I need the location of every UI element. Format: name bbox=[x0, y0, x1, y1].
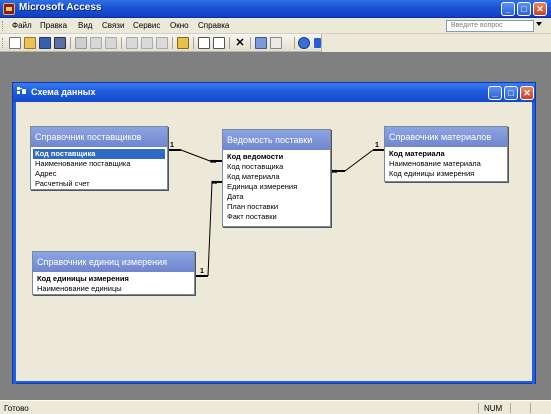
table-suppliers-title[interactable]: Справочник поставщиков bbox=[31, 127, 167, 147]
table-materials-title[interactable]: Справочник материалов bbox=[385, 127, 507, 147]
status-bar: Готово NUM bbox=[0, 400, 551, 414]
field-address[interactable]: Адрес bbox=[33, 169, 165, 179]
status-text: Готово bbox=[4, 404, 29, 413]
table-materials[interactable]: Справочник материалов Код материала Наим… bbox=[384, 126, 508, 182]
table-materials-fields: Код материала Наименование материала Код… bbox=[385, 147, 507, 181]
rel-suppliers-one-label: 1 bbox=[170, 142, 174, 149]
field-delivery-date[interactable]: Дата bbox=[225, 192, 328, 202]
rel-materials-many-label: ∞ bbox=[331, 166, 338, 176]
table-delivery-title[interactable]: Ведомость поставки bbox=[223, 130, 330, 150]
rel-units-delivery[interactable] bbox=[207, 181, 213, 277]
table-suppliers[interactable]: Справочник поставщиков Код поставщика На… bbox=[30, 126, 168, 190]
field-material-code[interactable]: Код материала bbox=[387, 149, 505, 159]
field-delivery-material-code[interactable]: Код материала bbox=[225, 172, 328, 182]
rel-units-many-label: ∞ bbox=[211, 177, 218, 187]
field-unit-name[interactable]: Наименование единицы bbox=[35, 284, 192, 294]
table-suppliers-fields: Код поставщика Наименование поставщика А… bbox=[31, 147, 167, 191]
field-delivery-supplier-code[interactable]: Код поставщика bbox=[225, 162, 328, 172]
table-delivery[interactable]: Ведомость поставки Код ведомости Код пос… bbox=[222, 129, 331, 227]
field-delivery-fact[interactable]: Факт поставки bbox=[225, 212, 328, 222]
field-unit-code[interactable]: Код единицы измерения bbox=[35, 274, 192, 284]
field-delivery-code[interactable]: Код ведомости bbox=[225, 152, 328, 162]
table-units-title[interactable]: Справочник единиц измерения bbox=[33, 252, 194, 272]
field-bank-account[interactable]: Расчетный счет bbox=[33, 179, 165, 189]
table-units[interactable]: Справочник единиц измерения Код единицы … bbox=[32, 251, 195, 295]
field-material-name[interactable]: Наименование материала bbox=[387, 159, 505, 169]
rel-suppliers-delivery[interactable] bbox=[180, 149, 211, 162]
rel-materials-one-label: 1 bbox=[375, 142, 379, 149]
rel-suppliers-many-label: ∞ bbox=[210, 156, 217, 166]
field-supplier-name[interactable]: Наименование поставщика bbox=[33, 159, 165, 169]
field-material-unit-code[interactable]: Код единицы измерения bbox=[387, 169, 505, 179]
status-num-indicator: NUM bbox=[484, 404, 503, 413]
rel-materials-delivery[interactable] bbox=[344, 149, 374, 172]
field-delivery-unit[interactable]: Единица измерения bbox=[225, 182, 328, 192]
access-application: Microsoft Access _ □ ✕ Файл Правка Вид С… bbox=[0, 0, 551, 414]
field-supplier-code[interactable]: Код поставщика bbox=[33, 149, 165, 159]
table-units-fields: Код единицы измерения Наименование едини… bbox=[33, 272, 194, 296]
table-delivery-fields: Код ведомости Код поставщика Код материа… bbox=[223, 150, 330, 224]
rel-units-one-label: 1 bbox=[200, 268, 204, 275]
field-delivery-plan[interactable]: План поставки bbox=[225, 202, 328, 212]
